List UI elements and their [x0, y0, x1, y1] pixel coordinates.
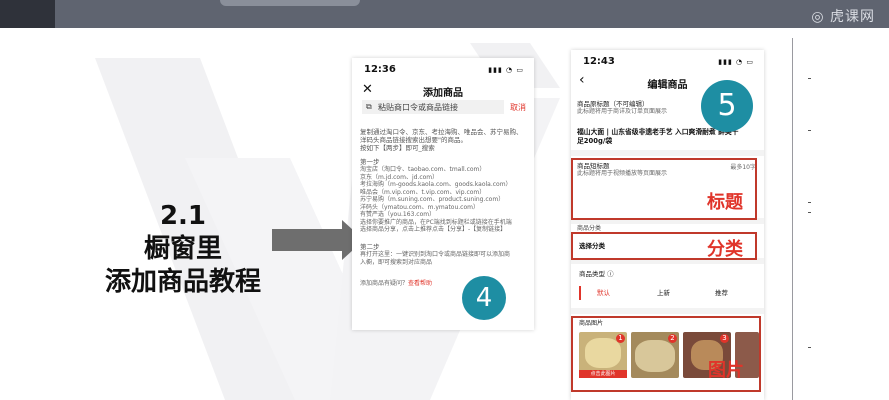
type-label-row: 商品类型 ⓘ [579, 270, 614, 278]
logo-mark-icon: ◎ [811, 9, 825, 25]
search-placeholder: 粘贴商口令或商品链接 [378, 103, 458, 112]
help-link[interactable]: 查看帮助 [408, 280, 432, 287]
brand-logo: ◎ 虎课网 [811, 6, 875, 26]
marker-dot [808, 212, 811, 213]
step1-block: 第一步 淘宝店（淘口令、taobao.com、tmall.com） 京东（m.j… [360, 158, 532, 234]
tab-active-indicator [579, 286, 581, 300]
signal-icon: ▮▮▮ [488, 66, 503, 74]
step2-heading: 第二步 [360, 243, 380, 251]
category-highlight-label: 分类 [707, 239, 743, 260]
brand-logo-text: 虎课网 [830, 9, 875, 25]
wifi-icon: ◔ [736, 58, 744, 66]
step1-line: 选择你要推广的商品，在PC端找到标题栏或链接在手机端 [360, 218, 512, 226]
step2-line: 再打开这里：一键识别到淘口令或商品链接即可以添加商 [360, 251, 511, 258]
intro-line: 洋码头商品链接搜索出想要"的商品。 [360, 136, 467, 144]
help-row: 添加商品有疑问？查看帮助 [360, 280, 432, 288]
type-label: 商品类型 [579, 270, 605, 278]
help-prefix: 添加商品有疑问？ [360, 280, 409, 287]
status-time: 12:36 [364, 64, 396, 75]
images-highlight-label: 图片 [708, 360, 744, 381]
top-banner-pill [220, 0, 360, 6]
source-title-hint: 此标题将用于商详及订单页面展示 [577, 108, 668, 115]
top-banner-corner [0, 0, 55, 28]
marker-dot [808, 202, 811, 203]
section-separator [571, 308, 764, 314]
step-badge-5: 5 [701, 80, 753, 132]
intro-line: 复制通过淘口令、京东、考拉海购、唯品会、苏宁易购、 [360, 128, 523, 136]
slide-title: 2.1 橱窗里 添加商品教程 [98, 200, 268, 299]
status-time: 12:43 [583, 56, 615, 67]
intro-line: 按如下【两步】即可_搜索 [360, 144, 435, 152]
source-title-section: 商品原标题（不可编辑） 此标题将用于商详及订单页面展示 [577, 100, 667, 116]
step2-block: 第二步 再打开这里：一键识别到淘口令或商品链接即可以添加商 入橱，即可搜索到对应… [360, 243, 532, 266]
section-separator [571, 150, 764, 156]
marker-dot [808, 130, 811, 131]
step1-line: 选择商品分享，点击上推荐点击【分享】-【复制链接】 [360, 226, 507, 233]
marker-dot [808, 347, 811, 348]
step1-line: 淘宝店（淘口令、taobao.com、tmall.com） [360, 166, 486, 173]
paste-icon: ⧉ [366, 102, 372, 111]
status-icons: ▮▮▮ ◔ ▭ [718, 58, 754, 66]
marker-dot [808, 78, 811, 79]
source-title-label: 商品原标题（不可编辑） [577, 100, 649, 108]
step1-line: 考拉海购（m-goods.kaola.com、goods.kaola.com） [360, 181, 512, 188]
phone-add-product: 12:36 ▮▮▮ ◔ ▭ ✕ 添加商品 ⧉ 粘贴商口令或商品链接 取消 复制通… [352, 58, 534, 330]
slide-title-line3: 添加商品教程 [104, 267, 261, 297]
cancel-button[interactable]: 取消 [510, 102, 526, 113]
tab-default[interactable]: 默认 [597, 289, 610, 297]
divider-line [792, 38, 793, 400]
step2-line: 入橱，即可搜索到对应商品 [360, 258, 433, 266]
step1-line: 京东（m.jd.com、jd.com） [360, 173, 439, 181]
step1-line: 苏宁易购（m.suning.com、product.suning.com） [360, 196, 505, 203]
tab-new[interactable]: 上新 [657, 289, 670, 297]
nav-title: 添加商品 [423, 88, 463, 99]
intro-text: 复制通过淘口令、京东、考拉海购、唯品会、苏宁易购、 洋码头商品链接搜索出想要"的… [360, 128, 530, 152]
step1-heading: 第一步 [360, 158, 380, 166]
tab-recommend[interactable]: 推荐 [715, 289, 728, 297]
search-input[interactable]: ⧉ 粘贴商口令或商品链接 [362, 100, 504, 114]
slide-title-line2: 橱窗里 [143, 234, 222, 264]
type-tabs: 默认 上新 推荐 [579, 286, 757, 300]
signal-icon: ▮▮▮ [718, 58, 733, 66]
title-highlight-label: 标题 [707, 192, 743, 213]
step1-line: 有赞严选（you.163.com） [360, 211, 436, 218]
battery-icon: ▭ [516, 66, 524, 74]
step1-line: 洋码头（ymatou.com、m.ymatou.com） [360, 203, 479, 211]
product-title-line: 足200g/袋 [577, 137, 613, 145]
wifi-icon: ◔ [506, 66, 514, 74]
top-banner [0, 0, 889, 28]
slide-title-number: 2.1 [159, 201, 207, 231]
step1-line: 唯品会（m.vip.com、t.vip.com、vip.com） [360, 188, 486, 196]
arrow-right-icon [272, 229, 342, 251]
status-icons: ▮▮▮ ◔ ▭ [488, 66, 524, 74]
info-icon: ⓘ [607, 270, 614, 278]
battery-icon: ▭ [746, 58, 754, 66]
step-badge-4: 4 [462, 276, 506, 320]
